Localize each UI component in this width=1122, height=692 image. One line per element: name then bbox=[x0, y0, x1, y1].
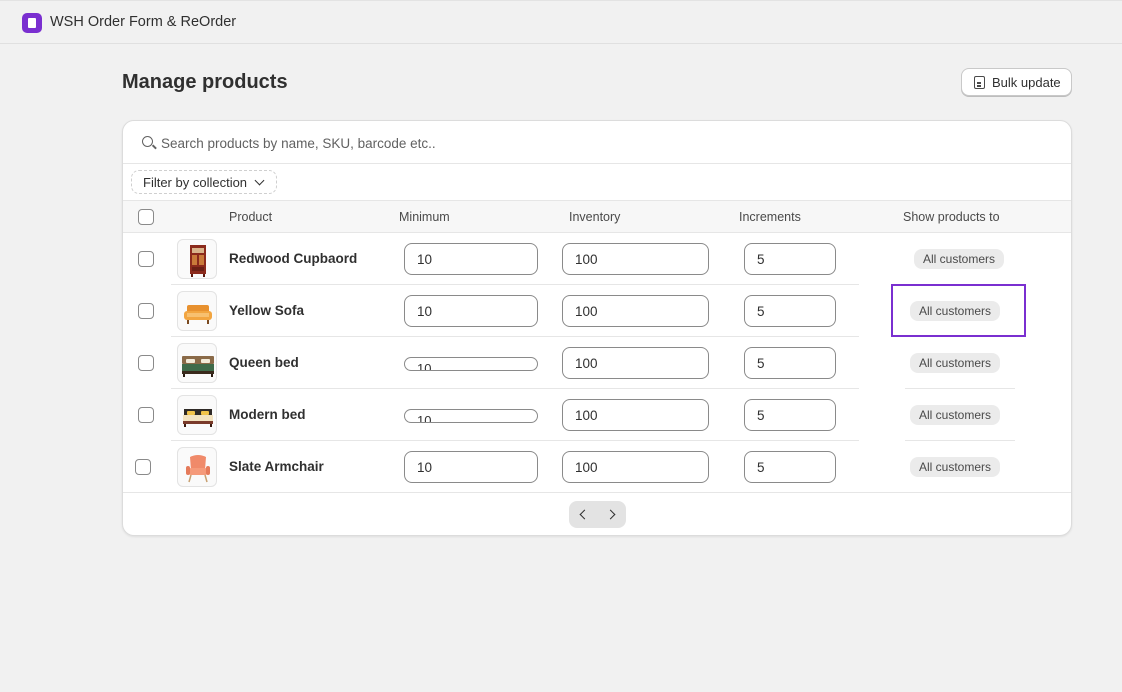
search-icon bbox=[142, 136, 153, 147]
table-row: Slate Armchair All customers bbox=[123, 441, 1071, 493]
minimum-input[interactable] bbox=[404, 409, 538, 423]
armchair-icon bbox=[177, 447, 217, 487]
filter-by-collection-button[interactable]: Filter by collection bbox=[131, 170, 277, 194]
product-name: Yellow Sofa bbox=[229, 303, 305, 318]
visibility-badge[interactable]: All customers bbox=[910, 457, 1001, 477]
increments-input[interactable] bbox=[744, 295, 836, 327]
bulk-update-button[interactable]: Bulk update bbox=[961, 68, 1072, 96]
increments-input[interactable] bbox=[744, 399, 836, 431]
visibility-badge[interactable]: All customers bbox=[914, 249, 1005, 269]
minimum-input[interactable] bbox=[404, 357, 538, 371]
product-name: Queen bed bbox=[229, 355, 299, 370]
search-input[interactable] bbox=[161, 132, 1041, 154]
bulk-update-label: Bulk update bbox=[992, 75, 1061, 90]
header-show-products-to: Show products to bbox=[903, 210, 1000, 224]
table-row: Modern bed All customers bbox=[123, 389, 1071, 441]
row-checkbox[interactable] bbox=[138, 407, 154, 423]
product-name: Modern bed bbox=[229, 407, 306, 422]
visibility-badge[interactable]: All customers bbox=[910, 353, 1001, 373]
chevron-left-icon[interactable] bbox=[569, 501, 597, 528]
minimum-input[interactable] bbox=[404, 451, 538, 483]
table-row: Queen bed All customers bbox=[123, 337, 1071, 389]
row-checkbox[interactable] bbox=[135, 459, 151, 475]
minimum-input[interactable] bbox=[404, 295, 538, 327]
select-all-checkbox[interactable] bbox=[138, 209, 154, 225]
minimum-input[interactable] bbox=[404, 243, 538, 275]
header-minimum: Minimum bbox=[399, 210, 450, 224]
product-name: Redwood Cupbaord bbox=[229, 251, 358, 266]
increments-input[interactable] bbox=[744, 347, 836, 379]
inventory-input[interactable] bbox=[562, 295, 709, 327]
increments-input[interactable] bbox=[744, 243, 836, 275]
bed-icon bbox=[177, 395, 217, 435]
visibility-badge[interactable]: All customers bbox=[910, 405, 1001, 425]
bed-icon bbox=[177, 343, 217, 383]
header-product: Product bbox=[229, 210, 273, 224]
chevron-down-icon bbox=[254, 175, 265, 186]
sofa-icon bbox=[177, 291, 217, 331]
table-header: Product Minimum Inventory Increments Sho… bbox=[123, 200, 1071, 233]
table-row: Redwood Cupbaord All customers bbox=[123, 233, 1071, 285]
highlight-box bbox=[891, 284, 1026, 337]
chevron-right-icon[interactable] bbox=[598, 501, 626, 528]
increments-input[interactable] bbox=[744, 451, 836, 483]
app-header: WSH Order Form & ReOrder bbox=[0, 0, 1122, 44]
row-checkbox[interactable] bbox=[138, 251, 154, 267]
inventory-input[interactable] bbox=[562, 451, 709, 483]
pagination bbox=[569, 501, 626, 528]
filter-label: Filter by collection bbox=[143, 175, 248, 190]
app-logo-icon bbox=[22, 13, 42, 33]
row-checkbox[interactable] bbox=[138, 303, 154, 319]
product-name: Slate Armchair bbox=[229, 459, 324, 474]
app-title: WSH Order Form & ReOrder bbox=[50, 14, 237, 30]
inventory-input[interactable] bbox=[562, 347, 709, 379]
cupboard-icon bbox=[177, 239, 217, 279]
row-checkbox[interactable] bbox=[138, 355, 154, 371]
search-bar bbox=[123, 121, 1071, 164]
document-icon bbox=[974, 76, 985, 89]
header-increments: Increments bbox=[739, 210, 801, 224]
inventory-input[interactable] bbox=[562, 243, 709, 275]
page-title: Manage products bbox=[122, 71, 288, 93]
header-inventory: Inventory bbox=[569, 210, 621, 224]
inventory-input[interactable] bbox=[562, 399, 709, 431]
